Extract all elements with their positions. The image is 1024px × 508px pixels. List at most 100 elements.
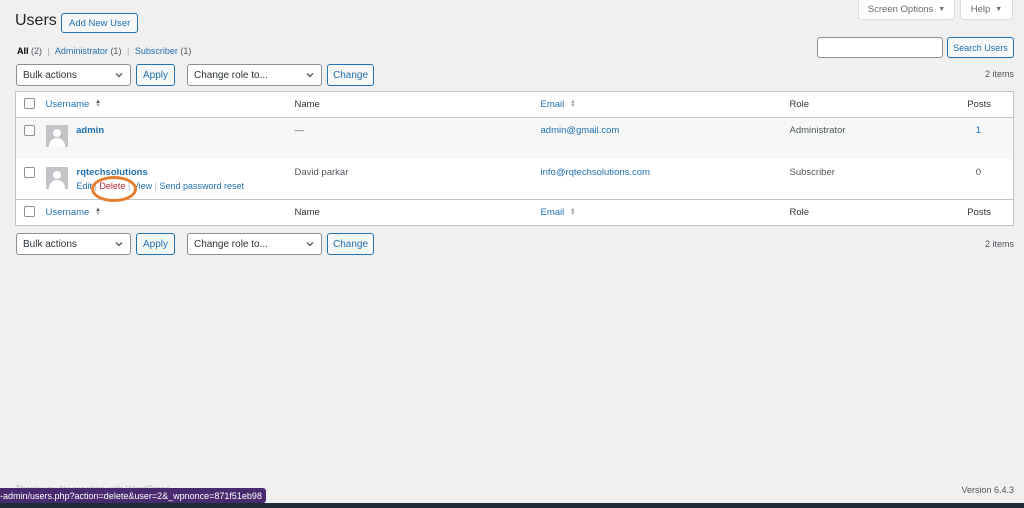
- change-role-select-bottom[interactable]: Change role to...: [187, 233, 322, 255]
- sort-arrows-icon: ▲ ▼: [94, 99, 101, 110]
- caret-down-icon: ▼: [938, 6, 946, 13]
- column-posts: Posts: [944, 91, 1014, 118]
- posts-cell: 0: [975, 166, 981, 178]
- email-cell: info@rqtechsolutions.com: [541, 159, 790, 200]
- sort-username-link[interactable]: Username: [46, 207, 90, 218]
- username-link[interactable]: admin: [76, 125, 104, 136]
- column-email-footer[interactable]: Email ▲ ▼: [540, 199, 790, 226]
- role-cell: Subscriber: [789, 166, 835, 178]
- view-subscriber-label: Subscriber: [134, 46, 178, 56]
- row-checkbox[interactable]: [24, 125, 35, 136]
- view-administrator-count: (1): [110, 46, 122, 56]
- select-all-cell: [15, 91, 46, 118]
- sort-email-link[interactable]: Email: [541, 99, 565, 110]
- row-checkbox-cell: [15, 117, 46, 159]
- table-footer-row: Username ▲ ▼ Name Email ▲ ▼ Role Posts: [15, 199, 1014, 226]
- change-role-select-top[interactable]: Change role to...: [187, 64, 322, 86]
- change-button-top[interactable]: Change: [327, 64, 374, 86]
- column-role-footer: Role: [789, 199, 945, 226]
- row-checkbox[interactable]: [24, 166, 35, 178]
- sort-arrows-icon: ▲ ▼: [569, 207, 576, 218]
- separator: |: [154, 180, 157, 191]
- sort-email-link[interactable]: Email: [541, 207, 565, 218]
- username-cell: rqtechsolutions Edit | Delete | View | S…: [45, 159, 295, 200]
- email-link[interactable]: info@rqtechsolutions.com: [541, 167, 650, 178]
- email-link[interactable]: admin@gmail.com: [541, 125, 620, 136]
- view-administrator-link[interactable]: Administrator: [55, 46, 108, 56]
- column-role: Role: [789, 91, 945, 118]
- column-username-footer[interactable]: Username ▲ ▼: [45, 199, 295, 226]
- user-role-filter: All (2) | Administrator (1) | Subscriber…: [17, 46, 191, 56]
- column-name: Name: [294, 91, 541, 118]
- separator: |: [94, 180, 97, 191]
- view-all-link[interactable]: All: [17, 46, 29, 56]
- avatar-icon: [45, 166, 68, 189]
- view-all-count: (2): [31, 46, 43, 56]
- column-posts-footer: Posts: [944, 199, 1014, 226]
- chevron-down-icon: [306, 242, 314, 247]
- change-button-bottom[interactable]: Change: [327, 233, 374, 255]
- page-title: Users: [15, 12, 57, 29]
- email-cell: admin@gmail.com: [540, 117, 790, 159]
- select-all-cell: [15, 199, 46, 226]
- select-all-checkbox-bottom[interactable]: [24, 205, 35, 217]
- delete-link[interactable]: Delete: [99, 181, 125, 191]
- add-new-user-button[interactable]: Add New User: [61, 13, 139, 33]
- screen-options-label: Screen Options: [867, 4, 934, 15]
- separator: |: [126, 46, 130, 56]
- users-table: Username ▲ ▼ Name Email ▲ ▼ Role Posts adm…: [15, 91, 1014, 226]
- search-users-input[interactable]: [817, 37, 943, 58]
- name-cell: —: [294, 117, 541, 159]
- posts-count-link[interactable]: 1: [976, 125, 981, 136]
- view-subscriber-count: (1): [180, 46, 192, 56]
- view-subscriber-link[interactable]: Subscriber: [135, 46, 178, 56]
- view-all-label: All: [17, 46, 29, 56]
- table-header-row: Username ▲ ▼ Name Email ▲ ▼ Role Posts: [15, 91, 1014, 118]
- sort-username-link[interactable]: Username: [46, 99, 90, 110]
- sort-arrows-icon: ▲ ▼: [94, 207, 101, 218]
- separator: |: [47, 46, 50, 56]
- row-actions: Edit | Delete | View | Send password res…: [77, 181, 245, 191]
- column-username-label: Username: [45, 207, 90, 218]
- column-name-footer: Name: [294, 199, 541, 226]
- username-cell: admin: [45, 117, 295, 159]
- help-button[interactable]: Help ▼: [960, 0, 1013, 20]
- caret-down-icon: ▼: [995, 6, 1003, 13]
- column-email-label: Email: [540, 207, 565, 218]
- apply-button-top[interactable]: Apply: [136, 64, 175, 86]
- bulk-actions-value: Bulk actions: [23, 69, 77, 81]
- browser-status-url: -admin/users.php?action=delete&user=2&_w…: [0, 488, 266, 503]
- username-link[interactable]: rqtechsolutions: [77, 167, 148, 178]
- sort-arrows-icon: ▲ ▼: [569, 99, 576, 110]
- bulk-actions-select-top[interactable]: Bulk actions: [16, 64, 131, 86]
- wordpress-version: Version 6.4.3: [961, 485, 1014, 495]
- avatar-icon: [45, 125, 68, 147]
- table-row: rqtechsolutions Edit | Delete | View | S…: [16, 159, 1014, 200]
- table-row: admin — admin@gmail.com Administrator 1: [15, 117, 1014, 159]
- select-all-checkbox[interactable]: [24, 97, 35, 109]
- chevron-down-icon: [115, 73, 123, 78]
- send-password-reset-link[interactable]: Send password reset: [160, 181, 245, 191]
- column-email[interactable]: Email ▲ ▼: [540, 91, 790, 118]
- name-cell: David parkar: [294, 166, 349, 178]
- column-email-label: Email: [540, 99, 565, 110]
- os-taskbar: [0, 503, 1024, 508]
- edit-link[interactable]: Edit: [77, 181, 93, 191]
- column-username[interactable]: Username ▲ ▼: [45, 91, 295, 118]
- posts-cell: 1: [944, 117, 1014, 159]
- items-count-bottom: 2 items: [984, 239, 1014, 249]
- role-cell: Administrator: [789, 117, 945, 159]
- chevron-down-icon: [115, 242, 123, 247]
- row-checkbox-cell: [16, 159, 46, 200]
- change-role-value: Change role to...: [194, 69, 268, 81]
- separator: |: [127, 180, 131, 191]
- screen-options-button[interactable]: Screen Options ▼: [858, 0, 955, 20]
- search-users-button[interactable]: Search Users: [947, 37, 1014, 58]
- bulk-actions-select-bottom[interactable]: Bulk actions: [16, 233, 131, 255]
- view-link[interactable]: View: [133, 181, 152, 191]
- apply-button-bottom[interactable]: Apply: [136, 233, 175, 255]
- items-count-top: 2 items: [984, 69, 1014, 79]
- chevron-down-icon: [306, 73, 314, 78]
- help-label: Help: [970, 4, 991, 15]
- bulk-actions-value: Bulk actions: [23, 238, 77, 250]
